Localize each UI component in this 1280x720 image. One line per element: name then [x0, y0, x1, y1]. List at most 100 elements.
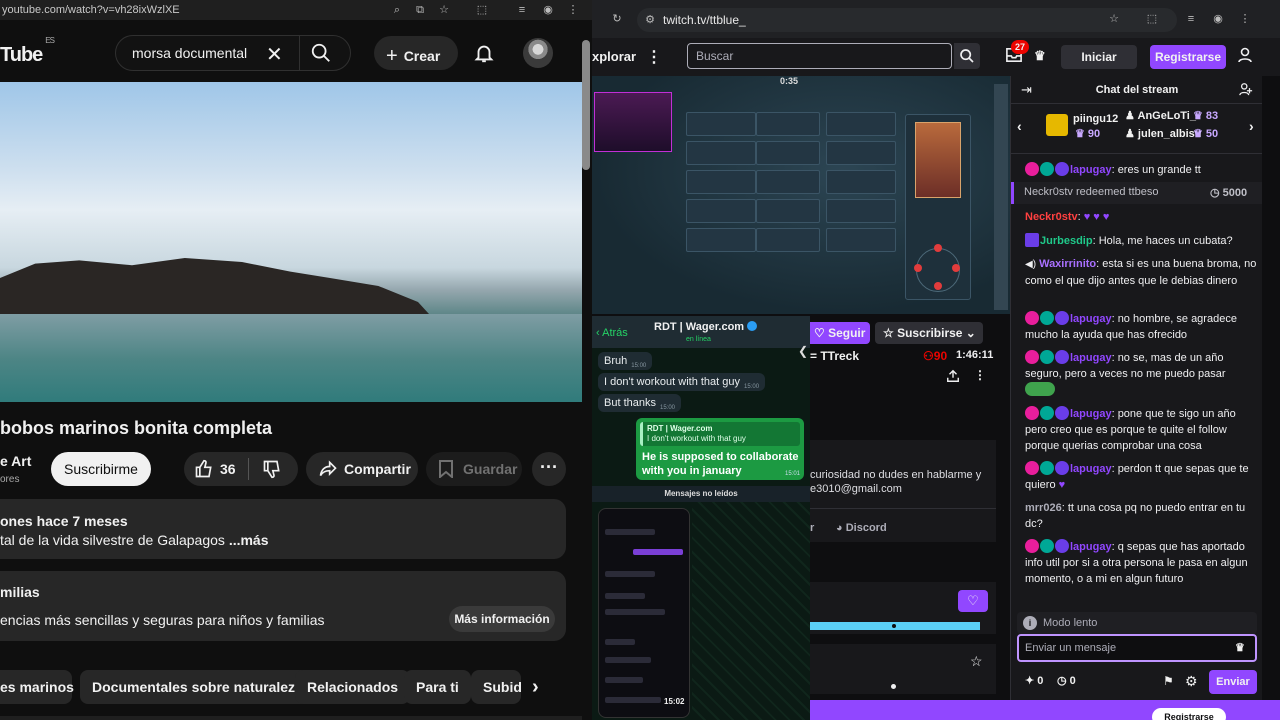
- chip-item[interactable]: es marinos: [0, 670, 74, 704]
- loadout-column: [826, 112, 896, 257]
- chip-item[interactable]: Para ti: [404, 670, 471, 704]
- more-actions-icon[interactable]: ···: [532, 452, 566, 486]
- chat-message: lapugay: no se, mas de un año seguro, pe…: [1025, 350, 1257, 398]
- create-button[interactable]: + Crear: [374, 36, 458, 70]
- description-box[interactable]: [0, 499, 566, 559]
- phone-screenshot: [598, 508, 690, 718]
- description-more-link[interactable]: ...más: [229, 532, 269, 548]
- nav-explore[interactable]: xplorar: [592, 49, 636, 64]
- chip-item[interactable]: Documentales sobre naturaleza: [80, 670, 315, 704]
- webcam-overlay: [594, 92, 672, 152]
- stream-chat: ⇥ Chat del stream ‹ piingu12 ♛ 90 ♟ AnGe…: [1010, 76, 1263, 700]
- like-count: 36: [220, 461, 236, 477]
- thumbs-down-icon[interactable]: [262, 459, 282, 479]
- search-icon[interactable]: [310, 42, 332, 64]
- page-scrollbar[interactable]: [582, 40, 590, 170]
- chat-message: lapugay: no hombre, se agradece mucho la…: [1025, 311, 1237, 341]
- gifter-count: ♛ 83: [1193, 110, 1219, 122]
- discord-link[interactable]: ◕ Discord: [836, 522, 887, 534]
- media-icon[interactable]: ≡: [1184, 12, 1198, 26]
- outgoing-message-bubble: RDT | Wager.com I don't workout with that…: [636, 418, 804, 480]
- search-input[interactable]: morsa documental: [132, 45, 247, 61]
- chevron-left-icon[interactable]: ‹: [1017, 118, 1022, 134]
- chat-input[interactable]: Enviar un mensaje ♛: [1017, 634, 1257, 662]
- browser-toolbar: ↻ ⚙ twitch.tv/ttblue_ ☆ ⬚ ≡ ◉ ⋮: [592, 0, 1280, 38]
- star-icon[interactable]: ☆: [970, 653, 983, 670]
- chat-message: lapugay: q sepas que has aportado info u…: [1025, 539, 1248, 585]
- back-button[interactable]: ‹ Atrás: [596, 327, 628, 339]
- account-avatar[interactable]: [523, 38, 553, 68]
- more-info-button[interactable]: Más información: [449, 606, 555, 632]
- twitch-window: ↻ ⚙ twitch.tv/ttblue_ ☆ ⬚ ≡ ◉ ⋮ xplorar …: [592, 0, 1280, 720]
- info-panel: [810, 644, 996, 694]
- chat-messages: lapugay: eres un grande tt Neckr0stv red…: [1011, 156, 1263, 616]
- install-icon[interactable]: ⧉: [413, 3, 427, 17]
- gift-icon: [1046, 114, 1068, 136]
- address-bar[interactable]: youtube.com/watch?v=vh28ixWzlXE: [0, 4, 180, 16]
- more-menu-icon[interactable]: ⋮: [646, 47, 662, 67]
- clear-search-icon[interactable]: ✕: [266, 42, 283, 67]
- social-link[interactable]: r: [810, 522, 814, 534]
- subscribe-button[interactable]: Suscribirme: [51, 452, 151, 486]
- user-icon[interactable]: [1237, 47, 1253, 63]
- stream-title: = TTreck: [810, 349, 860, 363]
- bookmark-star-icon[interactable]: ☆: [437, 3, 451, 17]
- chevron-right-icon[interactable]: ›: [1249, 118, 1254, 134]
- bits-balance[interactable]: ✦ 0: [1025, 674, 1043, 687]
- zoom-icon[interactable]: ⌕: [390, 3, 404, 17]
- chip-item[interactable]: Relacionados: [295, 670, 411, 704]
- chip-item[interactable]: Subid: [471, 670, 521, 704]
- login-button[interactable]: Iniciar sesión: [1061, 45, 1137, 88]
- save-button[interactable]: Guardar: [426, 452, 522, 486]
- notifications-bell-icon[interactable]: [473, 42, 495, 64]
- share-button[interactable]: Compartir: [306, 452, 418, 486]
- bookmark-star-icon[interactable]: ☆: [1107, 12, 1121, 26]
- chevron-right-icon[interactable]: ›: [532, 676, 539, 699]
- signup-button[interactable]: Registrarse: [1150, 45, 1226, 69]
- video-player[interactable]: [0, 82, 582, 402]
- address-bar[interactable]: ⚙ twitch.tv/ttblue_: [637, 8, 1177, 32]
- gear-icon[interactable]: ⚙: [1185, 673, 1198, 690]
- extensions-icon[interactable]: ⬚: [1145, 12, 1159, 26]
- profile-icon[interactable]: ◉: [1211, 12, 1225, 26]
- chat-message: lapugay: eres un grande tt: [1025, 162, 1257, 178]
- viewer-count: ⚇90: [923, 349, 948, 363]
- banner-signup-button[interactable]: Registrarse: [1152, 708, 1226, 720]
- info-panel-title: milias: [0, 584, 40, 600]
- reload-icon[interactable]: ↻: [610, 12, 624, 26]
- browser-menu-icon[interactable]: ⋮: [1238, 12, 1252, 26]
- thumbs-up-icon[interactable]: [194, 459, 214, 479]
- chat-message: mrr026: tt una cosa pq no puedo entrar e…: [1025, 502, 1246, 530]
- chat-title: Chat del stream: [1095, 84, 1179, 96]
- gifter-name: ♟ julen_albisu: [1125, 128, 1202, 140]
- site-info-icon[interactable]: ⚙: [643, 13, 657, 27]
- heart-icon[interactable]: ♡: [958, 590, 988, 612]
- extensions-icon[interactable]: ⬚: [475, 3, 489, 17]
- prime-crown-icon[interactable]: ♛: [1034, 48, 1046, 64]
- browser-menu-icon[interactable]: ⋮: [566, 3, 580, 17]
- youtube-logo[interactable]: TubeES: [0, 36, 55, 67]
- stream-player[interactable]: 0:35: [592, 76, 1010, 314]
- follow-button[interactable]: ♡ Seguir: [810, 322, 870, 344]
- share-icon[interactable]: [946, 369, 960, 383]
- collapse-chevron-icon[interactable]: ❮: [798, 344, 808, 358]
- chat-message: lapugay: perdon tt que sepas que te quie…: [1025, 461, 1249, 491]
- subscribe-button[interactable]: ☆ Suscribirse ⌄: [875, 322, 983, 344]
- media-icon[interactable]: ≡: [515, 3, 529, 17]
- community-icon[interactable]: [1239, 82, 1253, 96]
- top-gifters: ‹ piingu12 ♛ 90 ♟ AnGeLoTi_ ♛ 83 ♟ julen…: [1011, 104, 1263, 154]
- emote-picker-icon[interactable]: ♛: [1235, 641, 1245, 654]
- stream-timer: 0:35: [780, 76, 799, 86]
- channel-points-balance[interactable]: ◷ 0: [1057, 674, 1076, 687]
- channel-name[interactable]: e Art: [0, 453, 31, 469]
- notification-count-badge: 27: [1011, 40, 1029, 54]
- more-options-icon[interactable]: ⋮: [974, 368, 986, 382]
- moderation-icon[interactable]: ⚑: [1163, 674, 1174, 688]
- search-button[interactable]: [954, 43, 980, 69]
- search-box[interactable]: morsa documental ✕: [115, 35, 351, 71]
- profile-icon[interactable]: ◉: [541, 3, 555, 17]
- search-input[interactable]: Buscar: [687, 43, 952, 69]
- like-dislike-group: 36: [184, 452, 298, 486]
- search-icon: [960, 49, 974, 63]
- send-button[interactable]: Enviar: [1209, 670, 1257, 694]
